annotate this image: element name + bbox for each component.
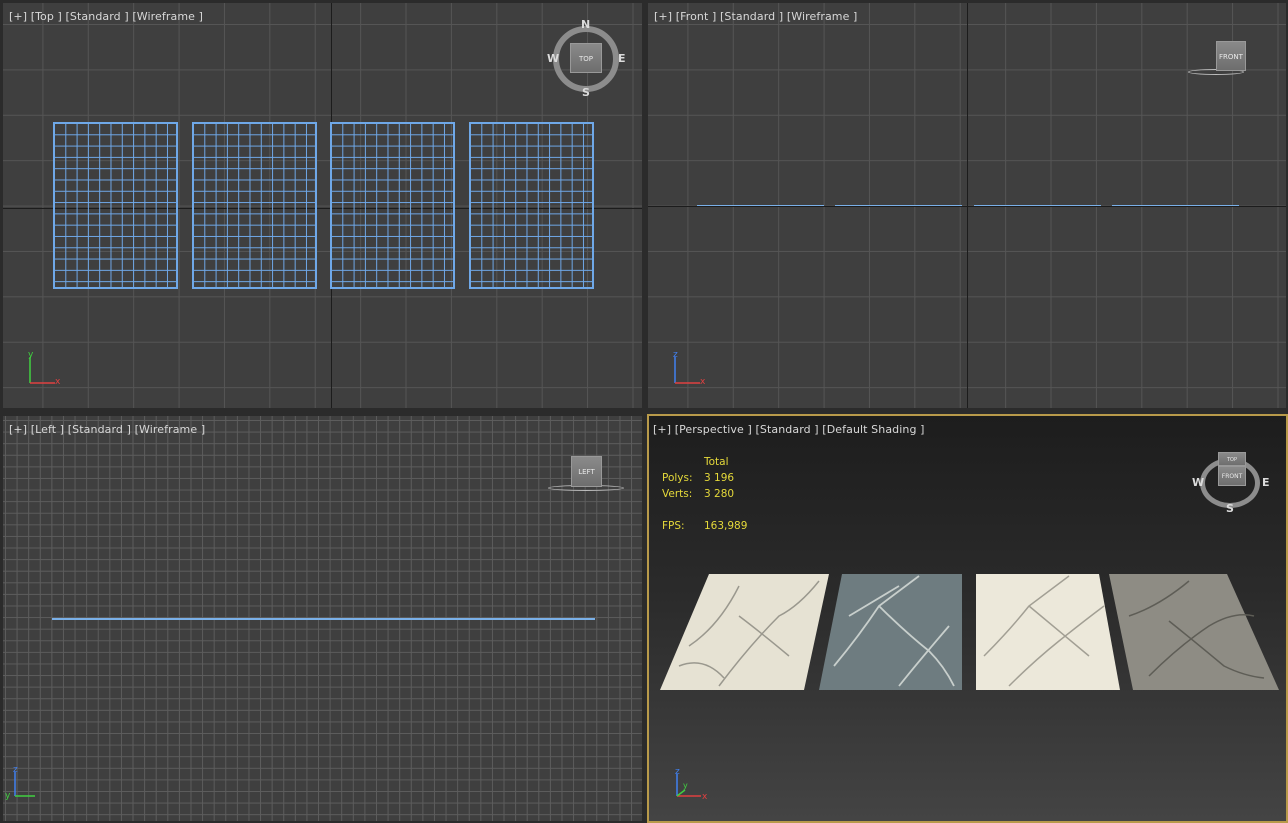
viewport-left[interactable]: [+] [Left ] [Standard ] [Wireframe ] LEF… xyxy=(3,416,642,821)
compass-north: N xyxy=(581,18,591,31)
compass-south: S xyxy=(582,86,590,99)
rugs-render[interactable] xyxy=(649,416,1288,823)
rug-edge-4[interactable] xyxy=(1112,205,1239,206)
triad-x-label: x xyxy=(700,377,706,387)
compass-west: W xyxy=(547,52,560,65)
rug-1[interactable] xyxy=(660,574,829,690)
axis-triad-left: z y xyxy=(5,765,35,801)
viewport-front[interactable]: [+] [Front ] [Standard ] [Wireframe ] FR… xyxy=(648,3,1286,408)
triad-z-label: z xyxy=(13,765,18,775)
rug-wireframe-3[interactable] xyxy=(330,122,455,289)
triad-x-label: x xyxy=(55,377,61,387)
triad-z-label: z xyxy=(675,767,680,777)
viewport-perspective[interactable]: [+] [Perspective ] [Standard ] [Default … xyxy=(647,414,1288,823)
rug-4[interactable] xyxy=(1109,574,1279,690)
rug-wireframe-2[interactable] xyxy=(192,122,317,289)
rug-wireframe-1[interactable] xyxy=(53,122,178,289)
viewcube-compass-top[interactable]: TOP N S E W xyxy=(547,18,626,99)
triad-x-label: x xyxy=(702,792,708,802)
rugs-side-edge[interactable] xyxy=(52,618,595,620)
viewport-label-front[interactable]: [+] [Front ] [Standard ] [Wireframe ] xyxy=(654,10,857,23)
viewcube-front[interactable]: FRONT xyxy=(1188,39,1248,81)
triad-y-label: y xyxy=(683,781,688,790)
world-z-axis-line xyxy=(967,3,968,408)
viewport-label-top[interactable]: [+] [Top ] [Standard ] [Wireframe ] xyxy=(9,10,203,23)
viewcube-left[interactable]: LEFT xyxy=(548,456,628,496)
rug-edge-1[interactable] xyxy=(697,205,824,206)
triad-y-label: y xyxy=(5,791,11,801)
rug-wireframe-4[interactable] xyxy=(469,122,594,289)
axis-triad-front: z x xyxy=(673,350,706,387)
viewcube-face-left[interactable]: LEFT xyxy=(571,456,602,487)
triad-y-label: y xyxy=(28,350,34,360)
axis-triad-perspective: z x y xyxy=(675,767,708,802)
viewport-label-left[interactable]: [+] [Left ] [Standard ] [Wireframe ] xyxy=(9,423,205,436)
axis-triad-top: y x xyxy=(28,350,61,387)
rug-edge-3[interactable] xyxy=(974,205,1101,206)
viewcube-face-front[interactable]: FRONT xyxy=(1216,41,1246,71)
viewport-top[interactable]: [+] [Top ] [Standard ] [Wireframe ] TOP … xyxy=(3,3,642,408)
compass-east: E xyxy=(618,52,626,65)
viewcube-top[interactable]: TOP xyxy=(570,43,602,73)
triad-z-label: z xyxy=(673,350,678,360)
rug-edge-2[interactable] xyxy=(835,205,962,206)
